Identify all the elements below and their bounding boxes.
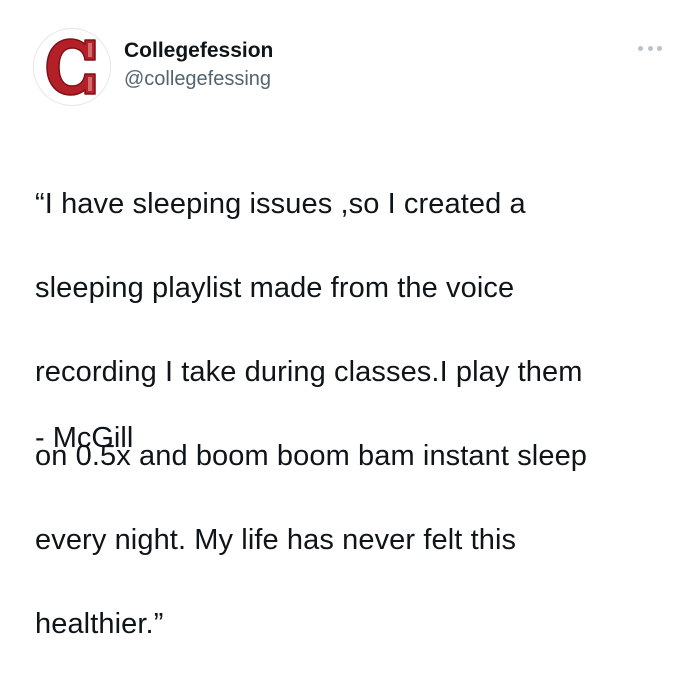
avatar[interactable] <box>33 28 111 106</box>
more-options-icon[interactable] <box>638 42 662 54</box>
author-handle[interactable]: @collegefessing <box>124 66 273 92</box>
tweet-text-line: healthier.” <box>35 608 164 640</box>
tweet-text-line: “I have sleeping issues ,so I created a <box>35 188 526 220</box>
tweet-text-line: recording I take during classes.I play t… <box>35 356 583 388</box>
tweet-card: Collegefession @collegefessing “I have s… <box>0 0 700 640</box>
dot-icon <box>657 45 662 51</box>
tweet-text: “I have sleeping issues ,so I created a … <box>35 141 675 687</box>
tweet-text-line: sleeping playlist made from the voice <box>35 272 515 304</box>
tweet-text-line: every night. My life has never felt this <box>35 524 517 556</box>
dot-icon <box>638 45 643 51</box>
author-display-name[interactable]: Collegefession <box>124 38 273 64</box>
college-c-logo-icon <box>46 38 96 96</box>
dot-icon <box>647 45 653 51</box>
tweet-author: Collegefession @collegefessing <box>124 38 273 92</box>
tweet-signature: - McGill <box>35 422 134 454</box>
